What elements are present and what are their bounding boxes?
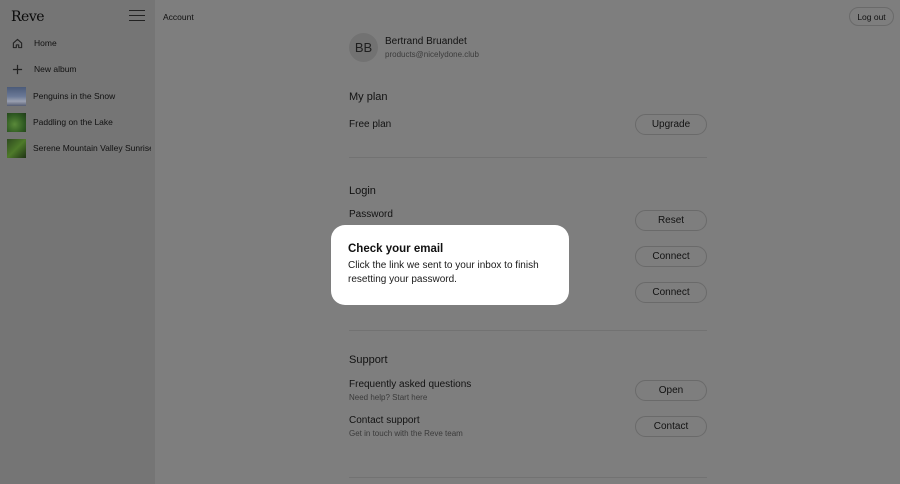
contact-subtitle: Get in touch with the Reve team [349,429,463,438]
avatar: BB [349,33,378,62]
dialog-title: Check your email [348,243,444,255]
sidebar: Reve Home New album Penguins in the Snow… [0,0,155,484]
plan-name: Free plan [349,119,392,130]
sidebar-item-album[interactable]: Penguins in the Snow [7,85,151,107]
divider [349,330,707,331]
sidebar-item-label: Paddling on the Lake [33,117,113,127]
check-email-dialog: Check your email Click the link we sent … [331,225,569,305]
sidebar-item-label: New album [34,64,77,74]
plus-icon [7,64,27,75]
album-thumbnail [7,112,26,132]
sidebar-item-home[interactable]: Home [7,32,151,54]
contact-title: Contact support [349,415,420,426]
user-email: products@nicelydone.club [385,50,479,59]
open-faq-button[interactable]: Open [635,380,707,401]
support-section-title: Support [349,354,388,366]
user-name: Bertrand Bruandet [385,36,467,47]
menu-toggle-icon[interactable] [129,10,145,24]
password-label: Password [349,209,393,220]
home-icon [7,38,27,49]
plan-section-title: My plan [349,91,388,103]
contact-support-button[interactable]: Contact [635,416,707,437]
album-thumbnail [7,138,26,158]
login-section-title: Login [349,185,376,197]
sidebar-item-label: Penguins in the Snow [33,91,116,101]
faq-subtitle: Need help? Start here [349,393,428,402]
faq-title: Frequently asked questions [349,379,472,390]
dialog-message: Click the link we sent to your inbox to … [348,260,539,285]
sidebar-item-album[interactable]: Serene Mountain Valley Sunrise [7,137,151,159]
sidebar-item-new-album[interactable]: New album [7,58,151,80]
divider [349,477,707,478]
logout-button[interactable]: Log out [849,7,894,26]
sidebar-item-album[interactable]: Paddling on the Lake [7,111,151,133]
divider [349,157,707,158]
sidebar-item-label: Home [34,38,57,48]
album-thumbnail [7,86,26,106]
sidebar-item-label: Serene Mountain Valley Sunrise [33,143,151,153]
reset-password-button[interactable]: Reset [635,210,707,231]
connect-button[interactable]: Connect [635,246,707,267]
connect-button[interactable]: Connect [635,282,707,303]
page-title: Account [163,12,194,22]
upgrade-button[interactable]: Upgrade [635,114,707,135]
app-logo[interactable]: Reve [11,9,45,25]
